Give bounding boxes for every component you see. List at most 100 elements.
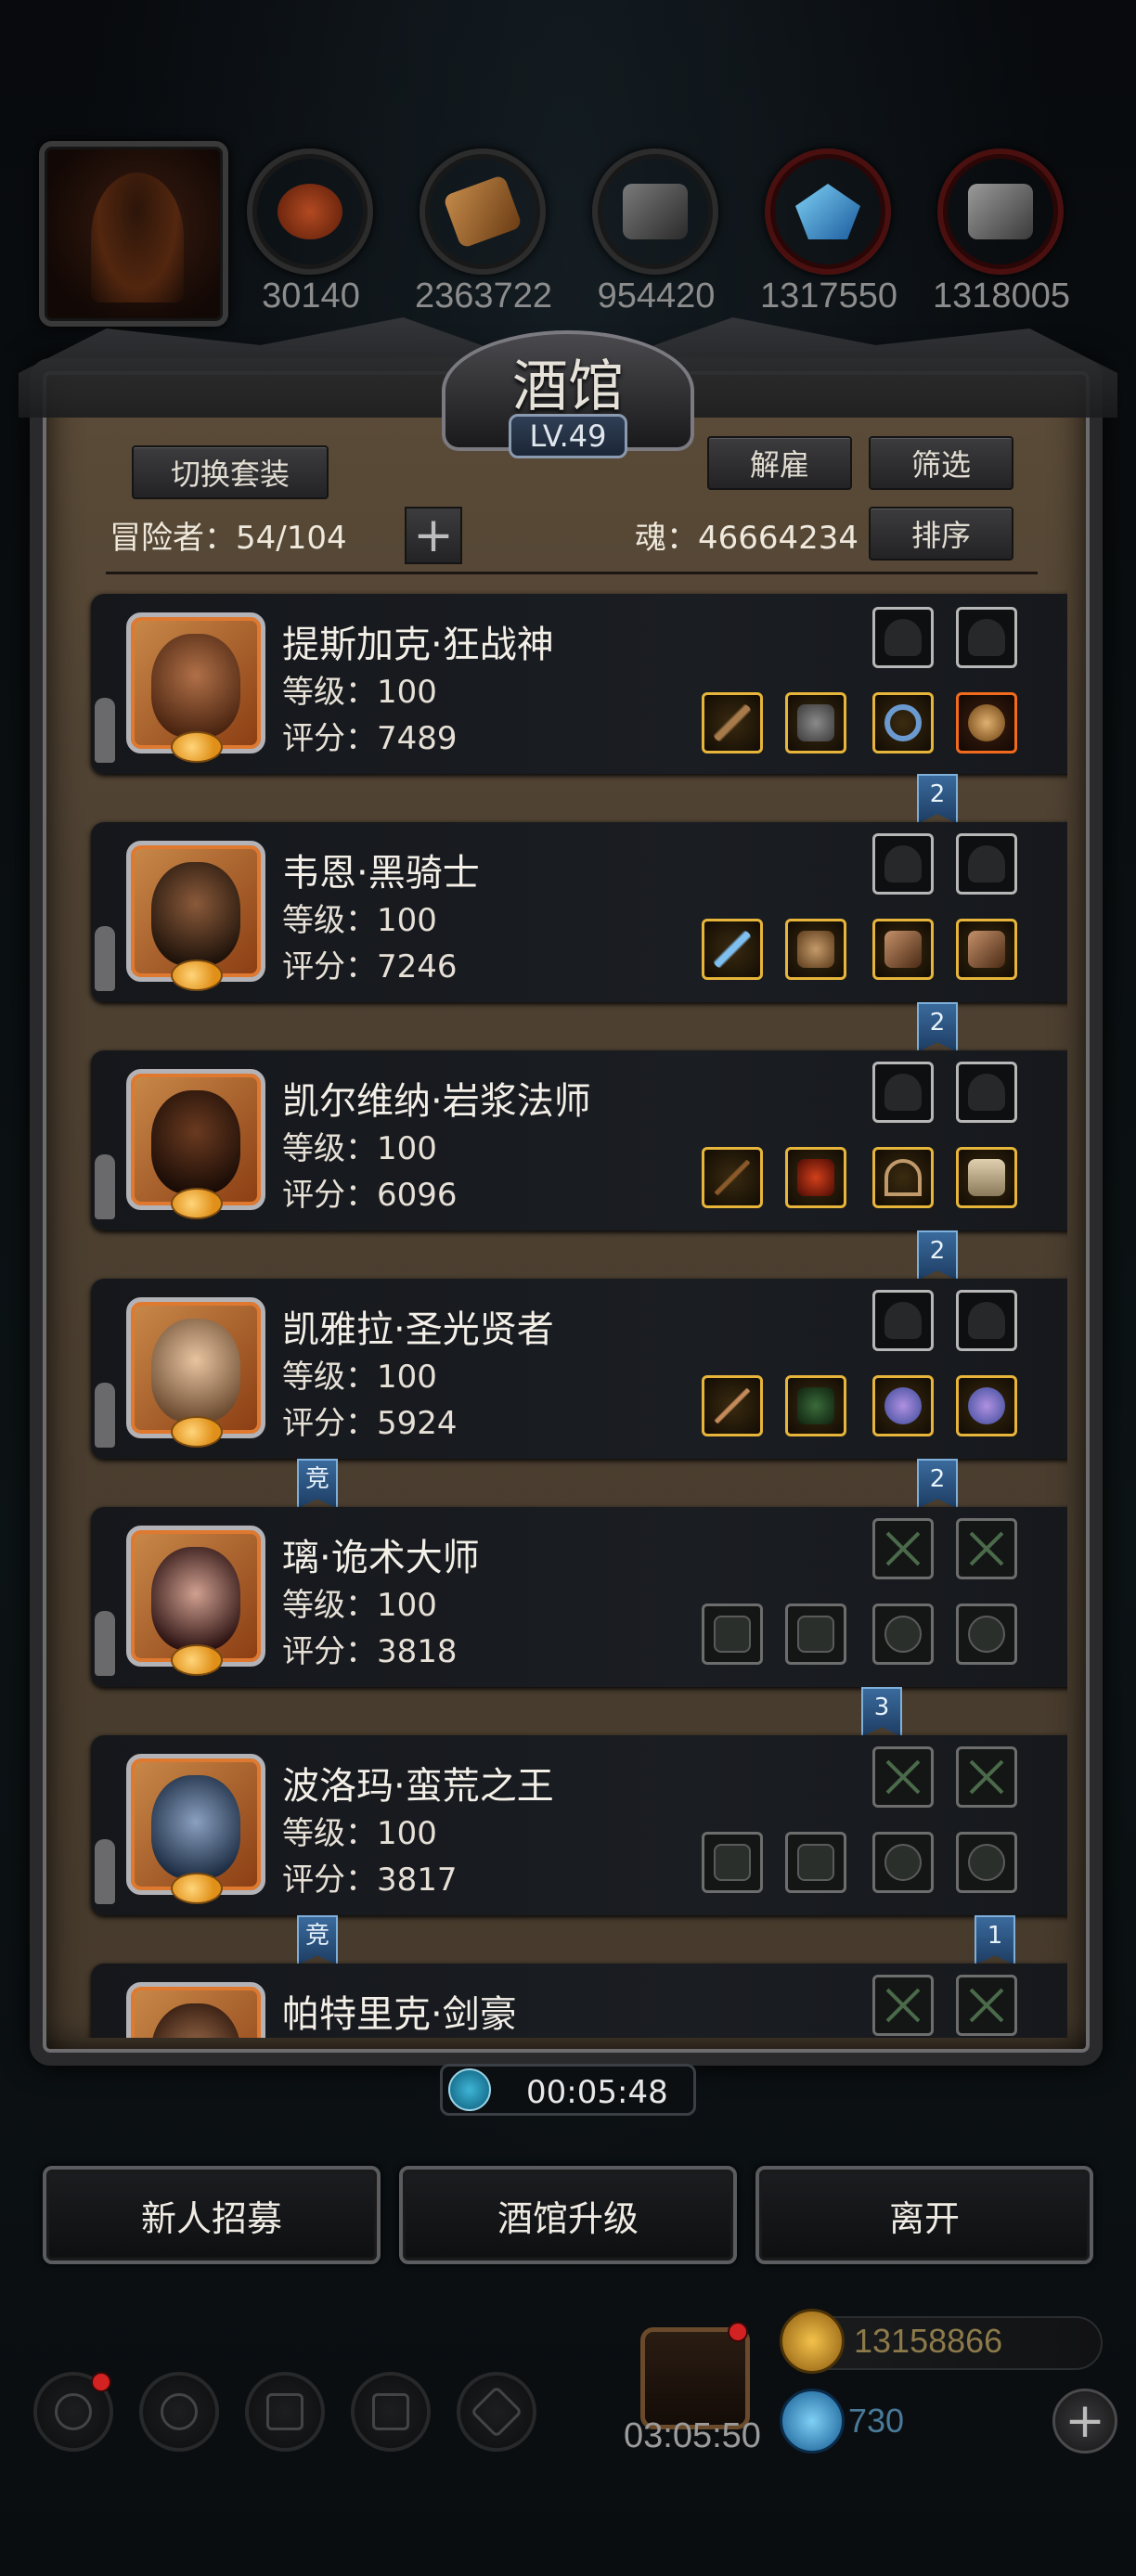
recruit-button[interactable]: 新人招募 (43, 2166, 381, 2264)
glove-slot[interactable] (872, 607, 934, 668)
robe-slot[interactable] (785, 1147, 846, 1208)
moon-icon (171, 731, 223, 763)
empty-slot[interactable] (872, 1975, 934, 2036)
mail-icon[interactable] (351, 2372, 431, 2452)
glove-icon (884, 845, 922, 882)
hero-name: 韦恩·黑骑士 (282, 852, 480, 895)
guild-icon[interactable] (245, 2372, 325, 2452)
glove-slot[interactable] (956, 607, 1017, 668)
empty-slot[interactable] (872, 1746, 934, 1808)
moon-icon (171, 1644, 223, 1676)
notification-dot (91, 2372, 111, 2392)
sword-icon (714, 931, 751, 968)
gauntlet-slot[interactable] (872, 919, 934, 980)
empty-slot[interactable] (956, 1518, 1017, 1579)
potion-slot[interactable] (872, 1375, 934, 1436)
empty-slot[interactable] (956, 1975, 1017, 2036)
star-badge: 2 (917, 1459, 958, 1509)
ring-slot[interactable] (872, 692, 934, 753)
hero-list[interactable]: 提斯加克·狂战神 等级：100 评分：7489 2 韦恩·黑骑士 等级：100 … (80, 590, 1067, 2038)
crystal-resource-icon[interactable] (765, 148, 891, 275)
hero-card[interactable]: 帕特里克·剑豪 (91, 1964, 1067, 2038)
gauntlet-slot[interactable] (956, 919, 1017, 980)
plus-icon: + (413, 508, 454, 563)
hero-card[interactable]: 提斯加克·狂战神 等级：100 评分：7489 (91, 594, 1067, 774)
add-currency-button[interactable]: + (1052, 2389, 1117, 2454)
hero-card[interactable]: 凯雅拉·圣光贤者 等级：100 评分：5924 (91, 1279, 1067, 1459)
switch-outfit-button[interactable]: 切换套装 (132, 445, 329, 499)
empty-armor-slot[interactable] (785, 1604, 846, 1665)
moon-icon (171, 1188, 223, 1219)
hero-level: 等级：100 (282, 1130, 437, 1167)
potion-slot[interactable] (956, 1375, 1017, 1436)
empty-ring-slot[interactable] (956, 1604, 1017, 1665)
silhouette-icon (95, 1611, 115, 1676)
player-avatar[interactable] (39, 141, 228, 327)
wood-resource-icon[interactable] (420, 148, 546, 275)
stone-resource-icon[interactable] (592, 148, 718, 275)
plus-icon: + (1065, 2393, 1105, 2449)
hero-name: 凯雅拉·圣光贤者 (282, 1308, 554, 1351)
ring-placeholder-icon (884, 1616, 922, 1653)
glove-slot[interactable] (872, 833, 934, 895)
empty-weapon-slot[interactable] (702, 1832, 763, 1893)
weapon-slot[interactable] (702, 692, 763, 753)
glove-slot[interactable] (956, 1062, 1017, 1123)
empty-slot[interactable] (956, 1746, 1017, 1808)
weapon-slot[interactable] (702, 919, 763, 980)
adventurer-count: 冒险者：54/104 (110, 520, 347, 557)
hero-name: 凯尔维纳·岩浆法师 (282, 1080, 591, 1123)
iron-resource-icon[interactable] (937, 148, 1064, 275)
hero-card[interactable]: 韦恩·黑骑士 等级：100 评分：7246 (91, 822, 1067, 1002)
expand-capacity-button[interactable]: + (405, 507, 462, 564)
glove-icon (968, 1302, 1005, 1339)
sort-button[interactable]: 排序 (869, 507, 1013, 560)
meat-resource-icon[interactable] (247, 148, 373, 275)
hero-card[interactable]: 凯尔维纳·岩浆法师 等级：100 评分：6096 (91, 1050, 1067, 1230)
empty-ring-slot[interactable] (956, 1832, 1017, 1893)
armor-slot[interactable] (785, 692, 846, 753)
glove-slot[interactable] (956, 1290, 1017, 1351)
weapon-slot[interactable] (702, 1375, 763, 1436)
glove-icon (968, 845, 1005, 882)
hooded-figure-icon (91, 173, 184, 303)
accessory-slot[interactable] (872, 1147, 934, 1208)
weapon-slot[interactable] (702, 1147, 763, 1208)
star-badge: 2 (917, 1230, 958, 1281)
armor-icon (797, 704, 834, 741)
potion-icon (884, 1387, 922, 1424)
empty-slot[interactable] (872, 1518, 934, 1579)
gold-amount: 13158866 (854, 2322, 1003, 2360)
trinket-slot[interactable] (956, 692, 1017, 753)
gift-box-icon[interactable] (640, 2327, 750, 2429)
gold-coin-icon (780, 2309, 845, 2374)
locked-x-icon (968, 1987, 1005, 2024)
star-badge: 2 (917, 1002, 958, 1052)
map-icon[interactable] (457, 2372, 536, 2452)
armor-placeholder-icon (797, 1844, 834, 1881)
refresh-timer: 00:05:48 (440, 2064, 696, 2116)
empty-ring-slot[interactable] (872, 1604, 934, 1665)
hero-card[interactable]: 璃·诡术大师 等级：100 评分：3818 (91, 1507, 1067, 1687)
dismiss-button[interactable]: 解雇 (707, 436, 852, 490)
star-badge: 1 (975, 1915, 1015, 1965)
glove-icon (884, 1074, 922, 1111)
glove-slot[interactable] (872, 1290, 934, 1351)
iron-count: 1318005 (933, 277, 1070, 316)
armor-slot[interactable] (785, 1375, 846, 1436)
crystal-count: 1317550 (760, 277, 897, 316)
glove-slot[interactable] (872, 1062, 934, 1123)
empty-weapon-slot[interactable] (702, 1604, 763, 1665)
trinket-slot[interactable] (956, 1147, 1017, 1208)
leave-button[interactable]: 离开 (755, 2166, 1093, 2264)
empty-armor-slot[interactable] (785, 1832, 846, 1893)
ring-placeholder-icon (884, 1844, 922, 1881)
hero-card[interactable]: 波洛玛·蛮荒之王 等级：100 评分：3817 (91, 1735, 1067, 1915)
upgrade-tavern-button[interactable]: 酒馆升级 (399, 2166, 737, 2264)
armor-slot[interactable] (785, 919, 846, 980)
glove-slot[interactable] (956, 833, 1017, 895)
filter-button[interactable]: 筛选 (869, 436, 1013, 490)
empty-ring-slot[interactable] (872, 1832, 934, 1893)
achievement-star-icon[interactable] (139, 2372, 219, 2452)
gem-amount: 730 (848, 2402, 905, 2440)
